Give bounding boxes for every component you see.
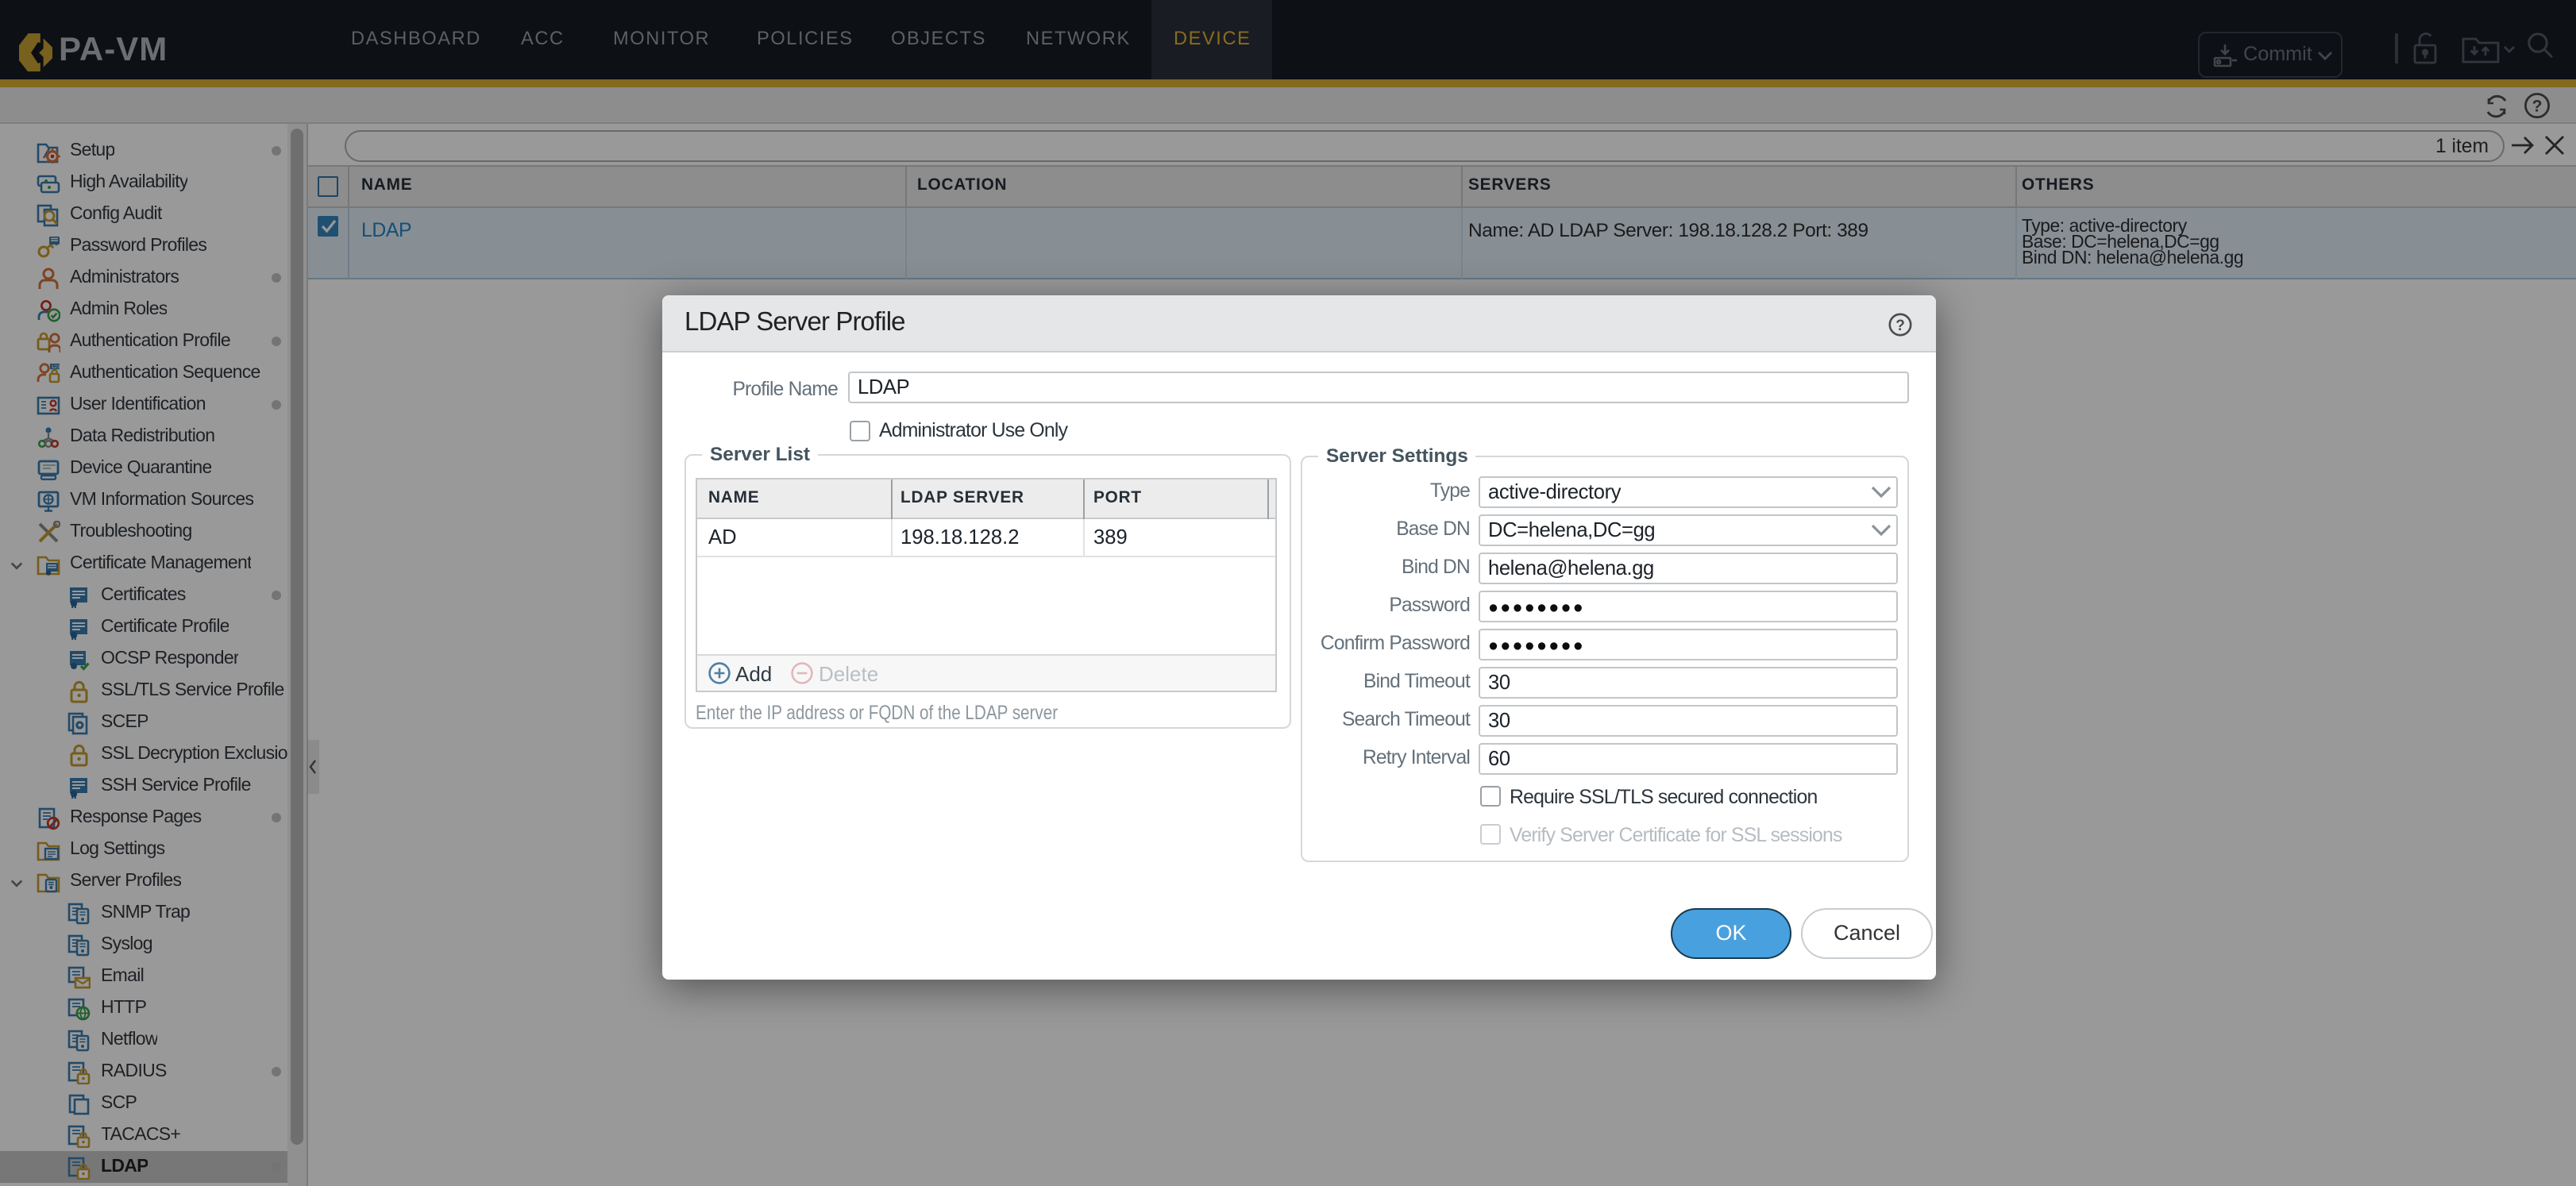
svg-text:?: ?: [1895, 317, 1904, 333]
